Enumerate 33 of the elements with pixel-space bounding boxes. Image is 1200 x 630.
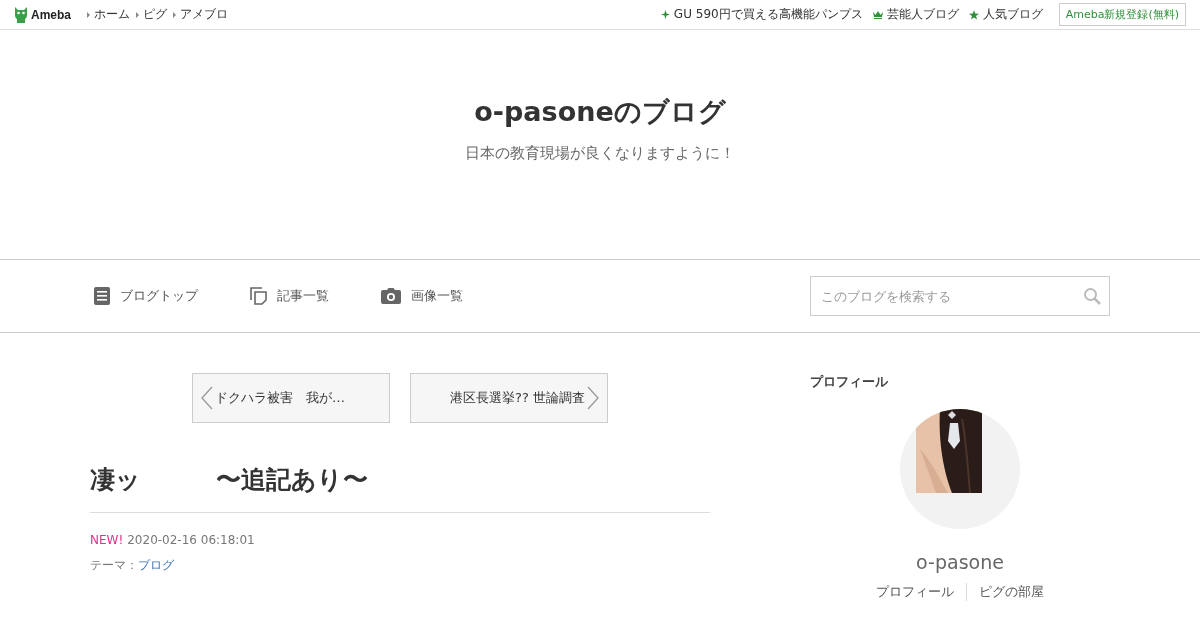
nav-link[interactable]: 画像一覧 (411, 287, 463, 305)
promo-link[interactable]: GU 590円で買える高機能パンプス (673, 6, 863, 23)
register-button[interactable]: Ameba新規登録(無料) (1058, 3, 1186, 26)
next-post-button[interactable]: 港区長選挙?? 世論調査 (410, 373, 608, 423)
star-icon (968, 9, 979, 20)
chevron-left-icon (201, 386, 213, 410)
theme-label: テーマ： (90, 557, 138, 574)
blog-subtitle: 日本の教育現場が良くなりますように！ (465, 144, 735, 163)
article-title: 凄ッ 〜追記あり〜 (90, 463, 710, 513)
blog-title[interactable]: o-pasoneのブログ (474, 94, 726, 130)
search-field[interactable]: このブログを検索する (810, 276, 1110, 316)
chevron-right-icon (587, 386, 599, 410)
profile-link[interactable]: プロフィール (864, 583, 966, 601)
promo-link[interactable]: 人気ブログ (982, 6, 1043, 23)
logo[interactable]: Ameba (14, 6, 71, 23)
theme-link[interactable]: ブログ (138, 557, 174, 574)
header-link[interactable]: ピグ (136, 6, 167, 23)
document-icon (94, 287, 110, 305)
crown-icon (872, 10, 883, 19)
previous-post-button[interactable]: ドクハラ被害 我が… (192, 373, 390, 423)
profile-link[interactable]: ピグの部屋 (966, 583, 1056, 601)
header-link[interactable]: ホーム (87, 6, 130, 23)
nav-link[interactable]: 記事一覧 (277, 287, 329, 305)
new-label: NEW! (90, 533, 124, 547)
pages-icon (250, 287, 267, 305)
promo-link[interactable]: 芸能人ブログ (886, 6, 959, 23)
profile-name[interactable]: o-pasone (810, 551, 1110, 573)
nav-link[interactable]: ブログトップ (120, 287, 198, 305)
header-link[interactable]: アメブロ (173, 6, 228, 23)
sparkle-icon (660, 10, 670, 19)
camera-icon (381, 288, 401, 304)
post-date: 2020-02-16 06:18:01 (127, 533, 255, 547)
sidebar-heading: プロフィール (810, 373, 889, 391)
